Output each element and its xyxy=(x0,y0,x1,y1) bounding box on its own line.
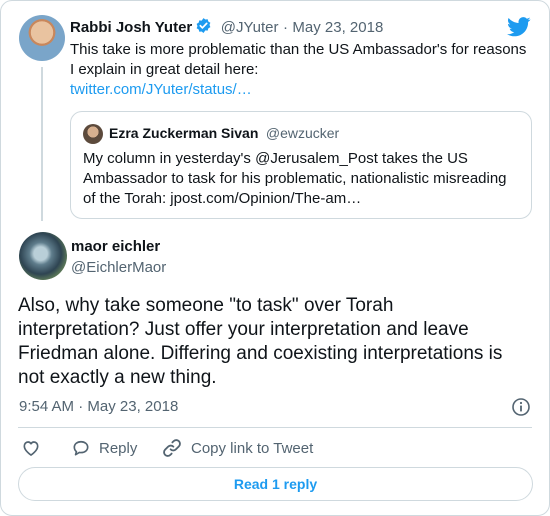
main-text-line: interpretation? Just offer your interpre… xyxy=(18,319,469,340)
quoted-author-name: Ezra Zuckerman Sivan xyxy=(109,125,259,141)
quoted-text-line: Ambassador to task for his problematic, … xyxy=(83,170,507,187)
twitter-bird-icon[interactable] xyxy=(507,17,531,37)
quoted-author-avatar xyxy=(83,124,103,144)
heart-icon xyxy=(23,441,39,456)
copy-link-button[interactable]: Copy link to Tweet xyxy=(161,437,313,459)
main-author-handle[interactable]: @EichlerMaor xyxy=(71,259,166,276)
main-tweet-timestamp[interactable]: 9:54 AM · May 23, 2018 xyxy=(19,398,178,415)
parent-date[interactable]: May 23, 2018 xyxy=(292,19,383,36)
read-replies-button[interactable]: Read 1 reply xyxy=(18,467,533,501)
main-author-name[interactable]: maor eichler xyxy=(71,238,160,255)
main-text-line: Also, why take someone "to task" over To… xyxy=(18,295,394,316)
quoted-author-row: Ezra Zuckerman Sivan @ewzucker xyxy=(109,125,339,143)
like-button[interactable] xyxy=(21,437,41,459)
reply-label: Reply xyxy=(99,439,138,457)
quoted-text-line: My column in yesterday's @Jerusalem_Post… xyxy=(83,150,468,167)
parent-text-line: I explain in great detail here: xyxy=(70,61,259,78)
divider xyxy=(18,427,532,428)
main-tweet-time: 9:54 AM xyxy=(19,398,75,415)
verified-badge-icon xyxy=(195,17,212,39)
reply-button[interactable]: Reply xyxy=(71,437,137,459)
speech-bubble-icon xyxy=(73,440,89,456)
parent-author-avatar[interactable] xyxy=(19,15,65,61)
parent-text-line: This take is more problematic than the U… xyxy=(70,41,527,58)
parent-tweet-text: This take is more problematic than the U… xyxy=(70,40,526,80)
main-tweet-date: May 23, 2018 xyxy=(87,398,179,415)
main-tweet-text: Also, why take someone "to task" over To… xyxy=(18,294,538,390)
parent-author-name[interactable]: Rabbi Josh Yuter xyxy=(70,19,192,36)
read-replies-label: Read 1 reply xyxy=(233,476,318,492)
quoted-tweet[interactable]: Ezra Zuckerman Sivan @ewzucker My column… xyxy=(70,111,532,219)
parent-tweet-link[interactable]: twitter.com/JYuter/status/… xyxy=(70,81,252,98)
quoted-text-line: of the Torah: jpost.com/Opinion/The-am… xyxy=(83,190,362,207)
parent-author-handle[interactable]: @JYuter xyxy=(221,19,279,36)
quoted-author-handle: @ewzucker xyxy=(265,125,340,141)
tweet-embed-card: Rabbi Josh Yuter @JYuter · May 23, 2018 … xyxy=(0,0,550,516)
info-icon[interactable] xyxy=(511,397,531,417)
parent-author-row: Rabbi Josh Yuter @JYuter · May 23, 2018 xyxy=(70,17,383,39)
main-text-line: not exactly a new thing. xyxy=(18,367,217,388)
link-icon xyxy=(163,439,181,457)
main-text-line: Friedman alone. Differing and coexisting… xyxy=(18,343,503,364)
copy-link-label: Copy link to Tweet xyxy=(191,439,314,457)
main-tweet-separator: · xyxy=(78,398,84,415)
parent-separator: · xyxy=(282,19,288,36)
thread-connector-line xyxy=(41,67,43,221)
main-author-avatar[interactable] xyxy=(19,232,67,280)
quoted-tweet-text: My column in yesterday's @Jerusalem_Post… xyxy=(83,149,507,209)
